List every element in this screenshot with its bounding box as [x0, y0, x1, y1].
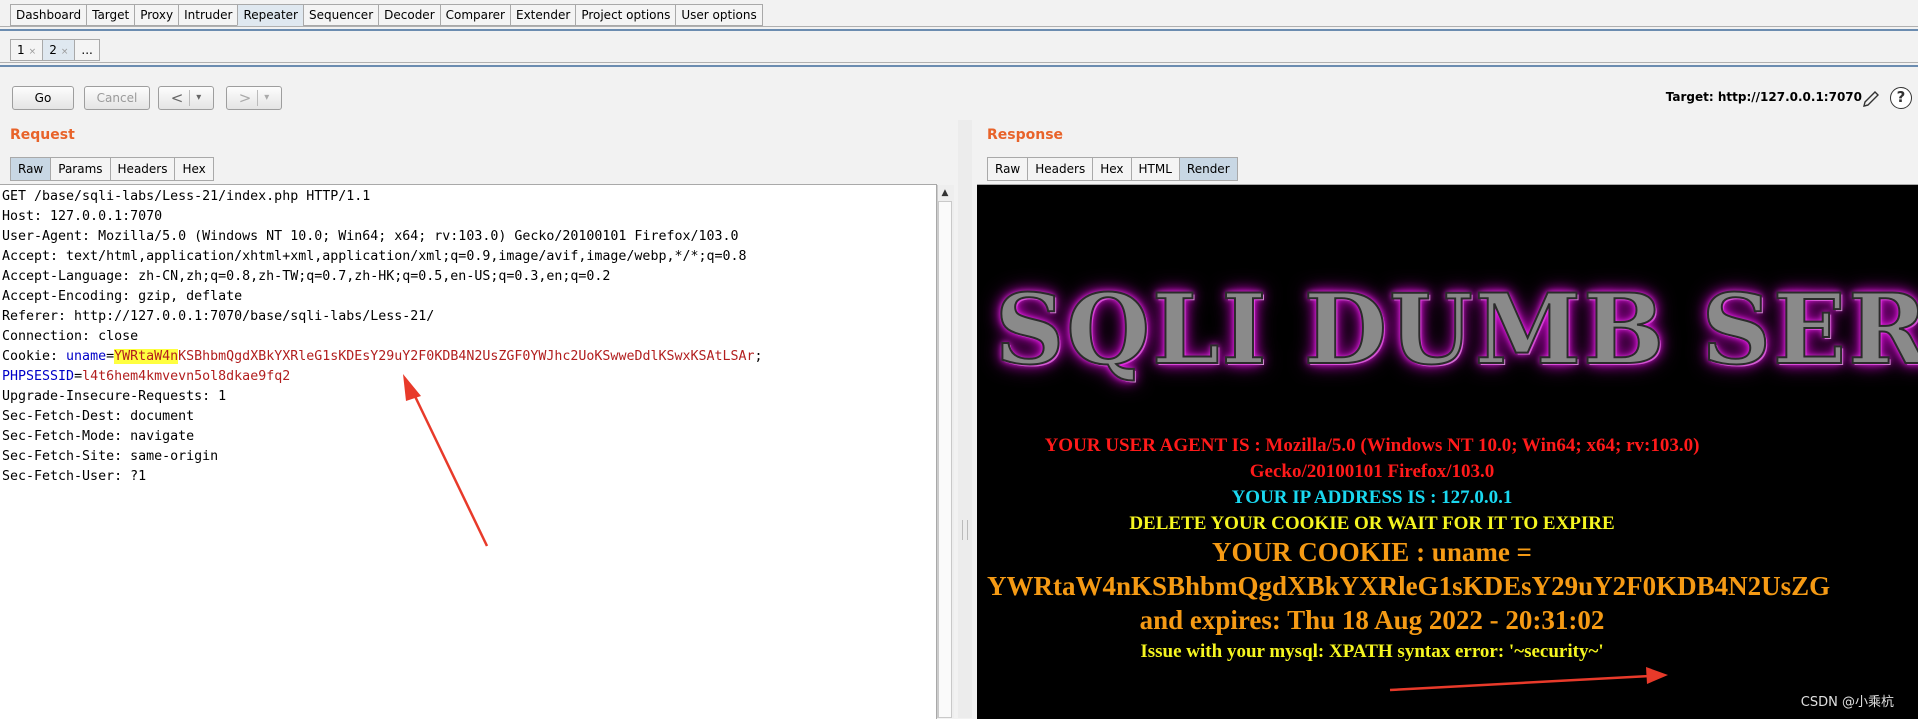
request-line: Referer: http://127.0.0.1:7070/base/sqli… — [2, 309, 435, 324]
request-tabs: Raw Params Headers Hex — [10, 157, 214, 181]
repeater-tab-bar: 1 × 2 ×... — [10, 39, 100, 61]
divider — [0, 65, 1918, 67]
response-tab-raw[interactable]: Raw — [987, 157, 1028, 181]
request-line: Host: 127.0.0.1:7070 — [2, 209, 163, 224]
cookie-equals: = — [106, 349, 115, 364]
expires-line: and expires: Thu 18 Aug 2022 - 20:31:02 — [1139, 605, 1605, 635]
help-icon[interactable]: ? — [1890, 87, 1912, 109]
repeater-tab-2[interactable]: 2 × — [42, 39, 75, 61]
scrollbar-thumb[interactable] — [938, 201, 952, 718]
cookie-value-line: YWRtaW4nKSBhbmQgdXBkYXRleG1sKDEsY29uY2F0… — [987, 571, 1831, 601]
cookie-name: PHPSESSID — [2, 369, 75, 384]
tab-sequencer[interactable]: Sequencer — [303, 4, 379, 26]
main-tab-bar: Dashboard Target Proxy Intruder Repeater Sequ… — [10, 4, 763, 26]
response-tab-html[interactable]: HTML — [1130, 157, 1179, 181]
request-tab-hex[interactable]: Hex — [174, 157, 214, 181]
splitter-grip[interactable] — [962, 520, 968, 540]
divider — [0, 26, 1918, 27]
repeater-tab-label: 2 — [49, 43, 57, 57]
repeater-tab-1[interactable]: 1 × — [10, 39, 43, 61]
request-editor[interactable]: GET /base/sqli-labs/Less-21/index.php HT… — [0, 184, 937, 719]
pencil-icon[interactable] — [1860, 88, 1882, 110]
repeater-tab-more[interactable]: ... — [74, 39, 100, 61]
go-button[interactable]: Go — [12, 86, 74, 110]
user-agent-line-2: Gecko/20100101 Firefox/103.0 — [1249, 461, 1495, 482]
scroll-up-icon[interactable]: ▲ — [937, 186, 953, 200]
tab-repeater[interactable]: Repeater — [237, 4, 303, 26]
chevron-down-icon: ▾ — [264, 92, 270, 103]
cookie-separator: ; — [754, 349, 763, 364]
cookie-value: KSBhbmQgdXBkYXRleG1sKDEsY29uY2F0KDB4N2Us… — [178, 349, 755, 364]
tab-target[interactable]: Target — [86, 4, 135, 26]
cookie-name: uname — [66, 349, 107, 364]
cookie-line: YOUR COOKIE : uname = — [1212, 537, 1532, 567]
response-tab-hex[interactable]: Hex — [1092, 157, 1131, 181]
divider — [0, 62, 1918, 63]
tab-proxy[interactable]: Proxy — [134, 4, 179, 26]
request-line: Upgrade-Insecure-Requests: 1 — [2, 389, 227, 404]
divider — [257, 90, 259, 106]
request-line: Sec-Fetch-User: ?1 — [2, 469, 147, 484]
response-tabs: Raw Headers Hex HTML Render — [987, 157, 1238, 181]
divider — [0, 29, 1918, 31]
request-line: Sec-Fetch-Dest: document — [2, 409, 195, 424]
request-line: GET /base/sqli-labs/Less-21/index.php HT… — [2, 189, 371, 204]
back-button[interactable]: < ▾ — [158, 86, 214, 110]
request-tab-raw[interactable]: Raw — [10, 157, 51, 181]
request-line: Accept-Encoding: gzip, deflate — [2, 289, 243, 304]
target-label: Target: http://127.0.0.1:7070 — [1665, 90, 1862, 104]
repeater-tab-label: 1 — [17, 43, 25, 57]
response-tab-headers[interactable]: Headers — [1027, 157, 1093, 181]
delete-cookie-line: DELETE YOUR COOKIE OR WAIT FOR IT TO EXP… — [1129, 513, 1615, 534]
tab-project-options[interactable]: Project options — [575, 4, 676, 26]
request-line: Sec-Fetch-Site: same-origin — [2, 449, 219, 464]
request-line: Accept: text/html,application/xhtml+xml,… — [2, 249, 747, 264]
tab-comparer[interactable]: Comparer — [439, 4, 510, 26]
cancel-button[interactable]: Cancel — [84, 86, 150, 110]
tab-decoder[interactable]: Decoder — [378, 4, 440, 26]
response-title: Response — [987, 127, 1064, 143]
close-icon[interactable]: × — [61, 47, 69, 57]
request-title: Request — [10, 127, 75, 143]
tab-user-options[interactable]: User options — [675, 4, 763, 26]
chevron-down-icon: ▾ — [196, 92, 202, 103]
tab-dashboard[interactable]: Dashboard — [10, 4, 87, 26]
cookie-value: l4t6hem4kmvevn5ol8dkae9fq2 — [82, 369, 291, 384]
rendered-response: SQLI DUMB SERIES YOUR USER AGENT IS : Mo… — [977, 184, 1918, 719]
mysql-error-line: Issue with your mysql: XPATH syntax erro… — [1140, 641, 1604, 662]
chevron-left-icon: < — [170, 89, 184, 107]
request-line: Connection: close — [2, 329, 139, 344]
divider — [189, 90, 191, 106]
panel-splitter[interactable] — [958, 120, 972, 718]
cookie-value-highlight: YWRtaW4n — [114, 349, 179, 364]
response-tab-render[interactable]: Render — [1178, 157, 1238, 181]
tab-intruder[interactable]: Intruder — [178, 4, 238, 26]
cookie-header-label: Cookie: — [2, 349, 67, 364]
cookie-equals: = — [74, 369, 83, 384]
repeater-tab-label: ... — [81, 43, 93, 57]
tab-extender[interactable]: Extender — [510, 4, 576, 26]
watermark: CSDN @小乘杭 — [1800, 695, 1894, 710]
request-line: User-Agent: Mozilla/5.0 (Windows NT 10.0… — [2, 229, 739, 244]
request-tab-params[interactable]: Params — [50, 157, 110, 181]
request-tab-headers[interactable]: Headers — [109, 157, 175, 181]
chevron-right-icon: > — [238, 89, 252, 107]
ip-address-line: YOUR IP ADDRESS IS : 127.0.0.1 — [1231, 487, 1513, 508]
sqli-banner: SQLI DUMB SERIES — [994, 272, 1918, 387]
request-line: Sec-Fetch-Mode: navigate — [2, 429, 195, 444]
forward-button[interactable]: > ▾ — [226, 86, 282, 110]
request-line: Accept-Language: zh-CN,zh;q=0.8,zh-TW;q=… — [2, 269, 611, 284]
request-text[interactable]: GET /base/sqli-labs/Less-21/index.php HT… — [2, 187, 763, 487]
user-agent-line: YOUR USER AGENT IS : Mozilla/5.0 (Window… — [1044, 435, 1700, 456]
close-icon[interactable]: × — [29, 47, 37, 57]
